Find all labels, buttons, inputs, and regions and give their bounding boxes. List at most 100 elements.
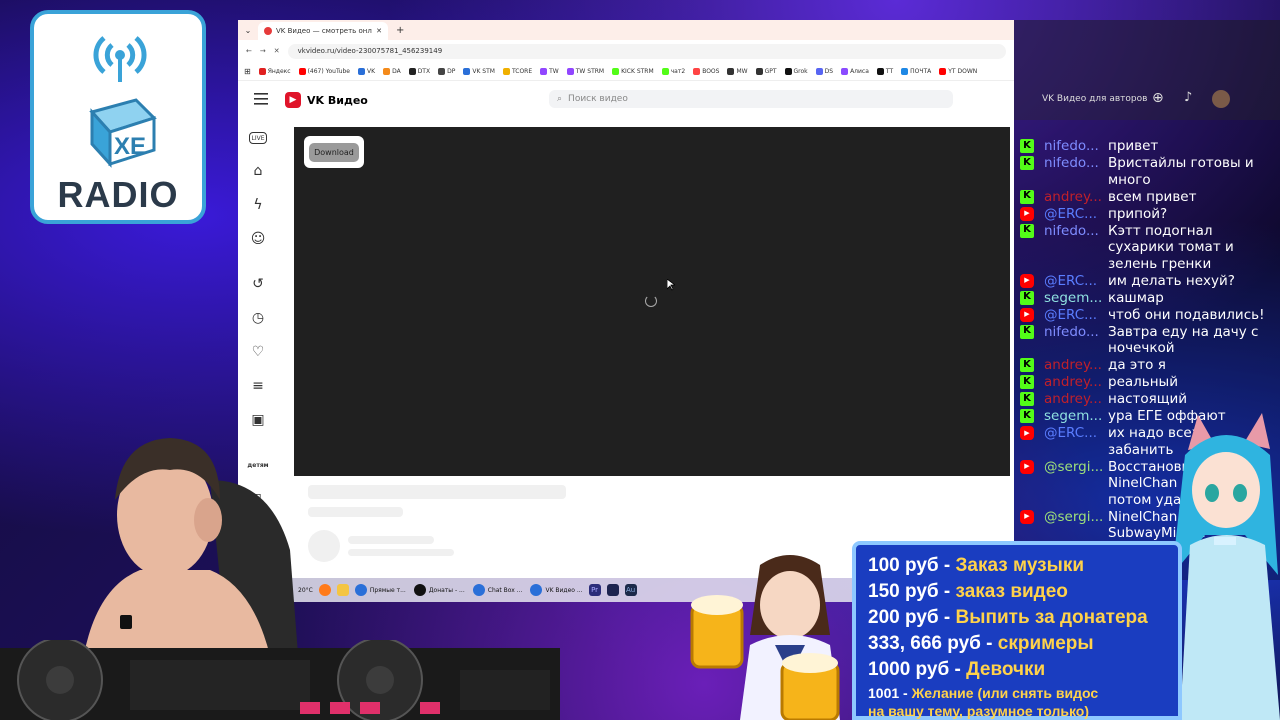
bookmark-item[interactable]: VK STM [463, 67, 495, 75]
chat-username: @sergi... [1044, 458, 1104, 475]
subtitle-placeholder [308, 507, 403, 517]
stop-loading-icon[interactable]: ✕ [274, 47, 280, 55]
bookmark-label: TW STRM [575, 67, 605, 75]
new-tab-button[interactable]: + [396, 25, 404, 36]
bookmark-item[interactable]: TW STRM [566, 67, 605, 75]
bookmark-item[interactable]: ПОЧТА [901, 67, 931, 75]
bookmark-label: TW [549, 67, 559, 75]
chat-username: segem... [1044, 289, 1103, 306]
hamburger-menu-icon[interactable] [254, 93, 268, 105]
forward-icon[interactable]: → [260, 47, 266, 55]
bookmark-item[interactable]: YT DOWN [939, 67, 977, 75]
bell-icon[interactable]: ♪ [1184, 90, 1192, 105]
bookmark-favicon-icon [612, 67, 620, 75]
bookmark-item[interactable]: DP [438, 67, 455, 75]
bookmark-label: TT [885, 67, 894, 75]
youtube-platform-icon: ▶ [1020, 459, 1034, 474]
taskbar-window-button[interactable]: VK Видео ... [530, 584, 583, 596]
user-avatar[interactable] [1212, 90, 1230, 108]
bookmark-item[interactable]: DA [383, 67, 401, 75]
chat-text: привет [1108, 138, 1159, 154]
live-icon[interactable]: LIVE [249, 132, 267, 144]
kick-platform-icon: K [1020, 324, 1034, 339]
bookmark-label: GPT [764, 67, 777, 75]
search-placeholder: Поиск видео [568, 94, 628, 104]
bookmark-item[interactable]: чат2 [661, 67, 685, 75]
clips-icon[interactable]: ☺ [249, 230, 267, 248]
history-icon[interactable]: ↺ [249, 275, 267, 293]
chat-username: @ERC... [1044, 272, 1098, 289]
bookmark-item[interactable]: Алиса [841, 67, 869, 75]
bookmark-favicon-icon [784, 67, 792, 75]
chat-text: кашмар [1108, 289, 1164, 306]
taskbar-window-label: Прямые т... [369, 586, 406, 594]
bookmark-item[interactable]: DS [815, 67, 833, 75]
tab-list-icon[interactable]: ⌄ [238, 26, 258, 35]
search-input[interactable]: ⌕ Поиск видео [549, 90, 953, 108]
donation-separator: - [938, 581, 956, 602]
bookmark-favicon-icon [876, 67, 884, 75]
chat-text: им делать нехуй? [1108, 272, 1235, 289]
premiere-icon[interactable]: Pr [588, 584, 601, 596]
app-icon[interactable] [606, 584, 619, 596]
donation-last-line2: на вашу тему, разумное только) [868, 703, 1089, 719]
bookmark-favicon-icon [661, 67, 669, 75]
taskbar-window-button[interactable]: Chat Box ... [472, 584, 522, 596]
bookmark-favicon-icon [408, 67, 416, 75]
donation-price-panel: 100 руб - Заказ музыки 150 руб - заказ ви… [852, 541, 1182, 720]
bookmark-item[interactable]: MW [727, 67, 748, 75]
kick-platform-icon: K [1020, 409, 1034, 423]
tab-vk-video[interactable]: VK Видео — смотреть онлайн ✕ [258, 22, 388, 40]
bookmark-favicon-icon [841, 67, 849, 75]
bookmark-label: TCORE [511, 67, 533, 75]
donation-line: 1000 руб - Девочки [868, 659, 1045, 681]
bookmark-label: Яндекс [267, 67, 291, 75]
firefox-icon[interactable] [318, 584, 331, 596]
xe-cube-icon: XE [89, 98, 157, 168]
vk-authors-link[interactable]: VK Видео для авторов [1042, 94, 1147, 104]
bookmark-item[interactable]: Яндекс [258, 67, 291, 75]
kick-platform-icon: K [1020, 223, 1034, 238]
bookmark-item[interactable]: TCORE [502, 67, 533, 75]
vk-header: ▶ VK Видео ⌕ Поиск видео [238, 81, 1014, 119]
audition-icon[interactable]: Au [624, 584, 637, 596]
donation-separator: - [949, 659, 967, 680]
weather-text[interactable]: 20°C [298, 587, 313, 594]
back-icon[interactable]: ← [246, 47, 252, 55]
url-text: vkvideo.ru/video-230075781_456239149 [297, 47, 443, 55]
bookmark-item[interactable]: DTX [408, 67, 431, 75]
folder-icon[interactable] [336, 584, 349, 596]
bookmark-item[interactable]: BOOS [693, 67, 719, 75]
donation-line: 200 руб - Выпить за донатера [868, 607, 1148, 629]
url-field[interactable]: vkvideo.ru/video-230075781_456239149 [287, 43, 1006, 59]
vk-video-brand[interactable]: ▶ VK Видео [285, 92, 368, 108]
heart-icon[interactable]: ♡ [249, 343, 267, 361]
bookmark-item[interactable]: Grok [784, 67, 808, 75]
video-player[interactable]: Download [294, 127, 1010, 476]
bookmark-item[interactable]: VK [358, 67, 375, 75]
chat-username: andrey... [1044, 188, 1102, 205]
taskbar-window-button[interactable]: Прямые т... [354, 584, 406, 596]
bookmark-label: DTX [417, 67, 431, 75]
kick-platform-icon: K [1020, 189, 1034, 204]
apps-grid-icon[interactable]: ⊞ [244, 67, 251, 76]
bookmark-item[interactable]: TT [876, 67, 894, 75]
bookmark-favicon-icon [258, 67, 266, 75]
bookmark-item[interactable]: GPT [755, 67, 777, 75]
playlist-add-icon[interactable]: ≡ [249, 377, 267, 395]
chat-username: nifedo... [1044, 155, 1099, 171]
bookmark-item[interactable]: (467) YouTube [298, 67, 350, 75]
kick-platform-icon: K [1020, 290, 1034, 305]
lightning-icon[interactable]: ϟ [249, 196, 267, 214]
taskbar-window-button[interactable]: Донаты - ... [413, 584, 465, 596]
home-icon[interactable]: ⌂ [249, 162, 267, 180]
chat-message: Knifedo... Кэтт подогнал сухарики томат и… [1018, 223, 1280, 273]
bookmark-favicon-icon [901, 67, 909, 75]
close-tab-icon[interactable]: ✕ [376, 27, 382, 35]
bookmark-item[interactable]: TW [540, 67, 559, 75]
download-button[interactable]: Download [304, 136, 364, 168]
chat-message: Knifedo... привет [1018, 138, 1280, 155]
add-video-icon[interactable]: ⊕ [1152, 90, 1164, 106]
watch-later-icon[interactable]: ◷ [249, 309, 267, 327]
bookmark-item[interactable]: KICK STRM [612, 67, 654, 75]
